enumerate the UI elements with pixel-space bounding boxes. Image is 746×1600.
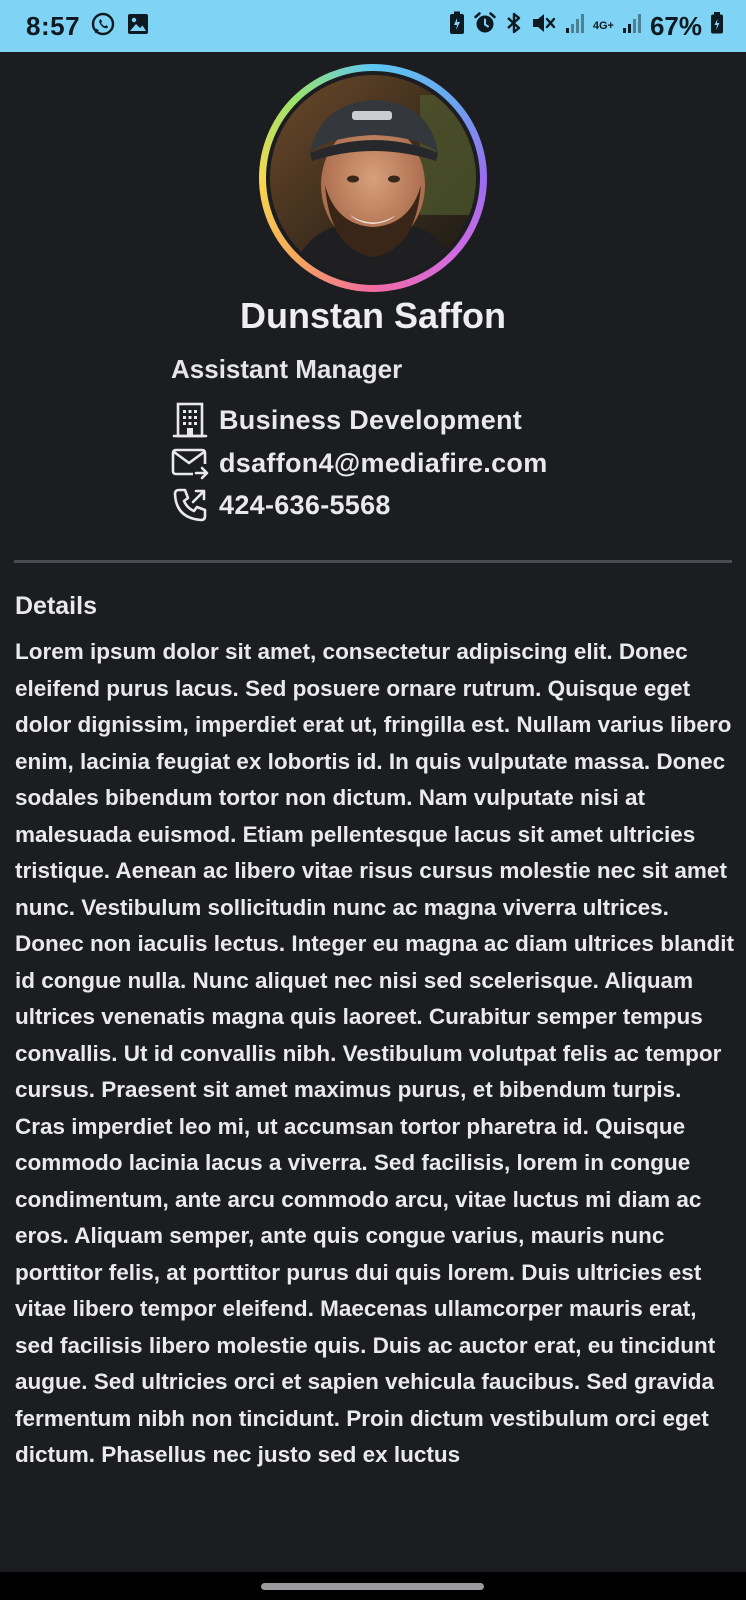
department-text: Business Development: [219, 404, 523, 435]
email-row[interactable]: dsaffon4@mediafire.com: [171, 444, 548, 482]
network-type: 4G+: [592, 20, 614, 32]
department-row: Business Development: [171, 401, 522, 439]
phone-text[interactable]: 424-636-5568: [219, 490, 391, 521]
whatsapp-icon: [90, 11, 116, 42]
status-left: 8:57: [26, 11, 150, 42]
phone-outgoing-icon: [171, 486, 209, 524]
profile-name: Dunstan Saffon: [240, 295, 506, 336]
status-bar: 8:57 4G+ 67%: [0, 0, 746, 52]
email-text[interactable]: dsaffon4@mediafire.com: [219, 448, 548, 479]
building-icon: [171, 401, 209, 439]
profile-screen: Dunstan Saffon Assistant Manager Busines…: [0, 52, 746, 1572]
home-gesture-handle[interactable]: [261, 1583, 484, 1590]
battery-saver-icon: [449, 11, 465, 41]
phone-row[interactable]: 424-636-5568: [171, 486, 391, 524]
alarm-icon: [473, 11, 497, 41]
status-time: 8:57: [26, 10, 81, 41]
bluetooth-icon: [505, 11, 523, 41]
avatar-photo: [270, 75, 476, 281]
details-body: Lorem ipsum dolor sit amet, consectetur …: [15, 639, 734, 1467]
avatar[interactable]: [259, 64, 487, 292]
battery-percent: 67%: [649, 10, 702, 41]
signal-weak-icon: [565, 12, 585, 40]
mute-icon: [531, 11, 557, 41]
status-right: 4G+ 67%: [449, 11, 724, 42]
gallery-icon: [126, 12, 150, 41]
job-title: Assistant Manager: [171, 354, 403, 384]
details-heading: Details: [15, 592, 97, 620]
divider: [14, 560, 732, 563]
battery-charging-icon: [710, 11, 724, 41]
mail-forward-icon: [171, 444, 209, 482]
signal-icon: [622, 12, 642, 40]
